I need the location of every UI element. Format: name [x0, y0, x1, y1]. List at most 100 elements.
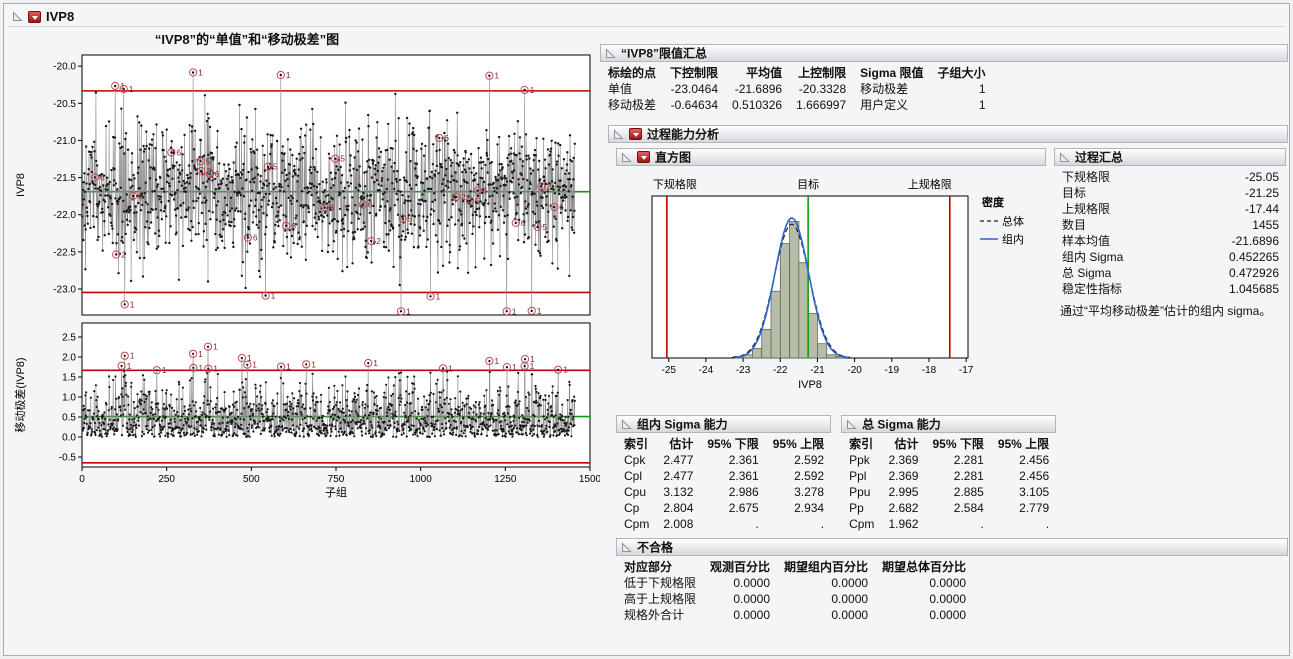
histogram-panel-bar: 直方图	[616, 148, 1046, 166]
svg-text:-24: -24	[699, 365, 714, 376]
histogram-x-axis-label: IVP8	[798, 379, 822, 391]
red-menu-button[interactable]	[629, 128, 642, 140]
cell-value: 2.885	[925, 484, 990, 500]
cell-value: 2.995	[881, 484, 925, 500]
table-row: Ppu2.9952.8853.105	[847, 484, 1056, 500]
legend-within-label: 组内	[1002, 232, 1024, 246]
individuals-y-axis-label: IVP8	[15, 173, 27, 197]
row-label: 下规格限	[1060, 169, 1178, 185]
cell-value: 3.278	[766, 484, 831, 500]
red-menu-button[interactable]	[28, 11, 41, 23]
svg-text:1.0: 1.0	[62, 393, 76, 404]
test-violation-label: 2	[121, 250, 126, 260]
histogram-bar	[771, 291, 780, 358]
cell-value: .	[925, 516, 990, 532]
histogram-bar	[817, 344, 826, 358]
column-header: Sigma 限值	[853, 65, 930, 81]
test-violation-label: 2	[376, 236, 381, 246]
histogram-bar	[790, 221, 799, 358]
process-summary-panel: 过程汇总 下规格限-25.05目标-21.25上规格限-17.44数目1455样…	[1054, 148, 1286, 319]
red-menu-button[interactable]	[637, 151, 650, 163]
cell-value: .	[700, 516, 765, 532]
table-row: Cpm2.008..	[622, 516, 831, 532]
column-header: 上控制限	[789, 65, 853, 81]
table-row: Cp2.8042.6752.934	[622, 500, 831, 516]
disclosure-triangle-icon[interactable]	[12, 11, 23, 22]
cell-value: 2.369	[881, 468, 925, 484]
svg-text:-20: -20	[847, 365, 862, 376]
disclosure-triangle-icon[interactable]	[605, 48, 616, 59]
capability-panel-bar: 过程能力分析	[608, 125, 1288, 143]
test-violation-label: 6	[291, 221, 296, 231]
cell-value: 0.472926	[1178, 265, 1286, 281]
row-label: Cpu	[622, 484, 656, 500]
cell-value: -21.6896	[725, 81, 789, 97]
cell-value: 2.675	[700, 500, 765, 516]
row-label: Cpk	[622, 452, 656, 468]
disclosure-triangle-icon[interactable]	[621, 542, 632, 553]
test-violation-label: 1	[129, 84, 134, 94]
disclosure-triangle-icon[interactable]	[846, 419, 857, 430]
within-sigma-table: 索引估计95% 下限95% 上限Cpk2.4772.3612.592Cpl2.4…	[622, 436, 831, 532]
panel-title: 总 Sigma 能力	[862, 415, 941, 432]
cell-value: 0.0000	[703, 575, 777, 591]
row-label: 数目	[1060, 217, 1178, 233]
disclosure-triangle-icon[interactable]	[613, 129, 624, 140]
test-violation-label: 6	[368, 200, 373, 210]
svg-text:1500: 1500	[579, 474, 600, 485]
individual-moving-range-chart[interactable]: -20.0-20.5-21.0-21.5-22.0-22.5-23.02.52.…	[12, 47, 600, 499]
histogram-panel: 直方图 -25-24-23-22-21-20-19-18-17IVP8下规格限目…	[616, 148, 1046, 409]
test-violation-label: 1	[494, 356, 499, 366]
test-violation-label: 1	[130, 299, 135, 309]
cell-value: 2.008	[656, 516, 700, 532]
histogram-bar	[752, 349, 761, 359]
test-violation-label: 5	[206, 156, 211, 166]
svg-text:-22.0: -22.0	[53, 210, 76, 221]
cell-value: -25.05	[1178, 169, 1286, 185]
svg-text:250: 250	[158, 474, 175, 485]
cell-value: 2.456	[991, 468, 1056, 484]
cell-value: 3.105	[991, 484, 1056, 500]
panel-title: 不合格	[637, 538, 673, 555]
disclosure-triangle-icon[interactable]	[621, 152, 632, 163]
cell-value: 2.592	[766, 468, 831, 484]
column-header: 子组大小	[931, 65, 993, 81]
process-summary-table: 下规格限-25.05目标-21.25上规格限-17.44数目1455样本均值-2…	[1060, 169, 1286, 297]
overall-sigma-table: 索引估计95% 下限95% 上限Ppk2.3692.2812.456Ppl2.3…	[847, 436, 1056, 532]
table-row: 单值-23.0464-21.6896-20.3328移动极差1	[606, 81, 993, 97]
row-label: 总 Sigma	[1060, 265, 1178, 281]
cell-value: -20.3328	[789, 81, 853, 97]
cell-value: 2.477	[656, 468, 700, 484]
column-header: 估计	[881, 436, 925, 452]
histogram-bar	[827, 355, 836, 358]
test-violation-label: 1	[530, 354, 535, 364]
svg-text:-22: -22	[773, 365, 788, 376]
svg-text:-20.5: -20.5	[53, 99, 76, 110]
svg-text:0.0: 0.0	[62, 433, 76, 444]
test-violation-label: 6	[521, 218, 526, 228]
histogram-bar	[780, 244, 789, 358]
disclosure-triangle-icon[interactable]	[1059, 152, 1070, 163]
test-violation-label: 1	[311, 359, 316, 369]
cell-value: .	[991, 516, 1056, 532]
control-chart-region: “IVP8”的“单值”和“移动极差”图 -20.0-20.5-21.0-21.5…	[12, 29, 602, 502]
test-violation-label: 1	[213, 364, 218, 374]
test-violation-label: 5	[340, 154, 345, 164]
cell-value: 1.045685	[1178, 281, 1286, 297]
row-label: Pp	[847, 500, 881, 516]
table-header-row: 标绘的点下控制限平均值上控制限Sigma 限值子组大小	[606, 65, 993, 81]
table-row: Ppk2.3692.2812.456	[847, 452, 1056, 468]
row-label: 单值	[606, 81, 663, 97]
test-violation-label: 1	[563, 365, 568, 375]
table-row: Cpm1.962..	[847, 516, 1056, 532]
cell-value: 1.962	[881, 516, 925, 532]
nonconforming-table: 对应部分观测百分比期望组内百分比期望总体百分比低于下规格限0.00000.000…	[622, 559, 973, 623]
cell-value: 1	[931, 97, 993, 113]
cell-value: 0.0000	[703, 607, 777, 623]
disclosure-triangle-icon[interactable]	[621, 419, 632, 430]
capability-histogram[interactable]: -25-24-23-22-21-20-19-18-17IVP8下规格限目标上规格…	[616, 166, 1046, 406]
limits-summary-panel-bar: “IVP8”限值汇总	[600, 44, 1288, 62]
limits-summary-table: 标绘的点下控制限平均值上控制限Sigma 限值子组大小单值-23.0464-21…	[606, 65, 993, 113]
svg-text:-21: -21	[810, 365, 825, 376]
table-row: 样本均值-21.6896	[1060, 233, 1286, 249]
